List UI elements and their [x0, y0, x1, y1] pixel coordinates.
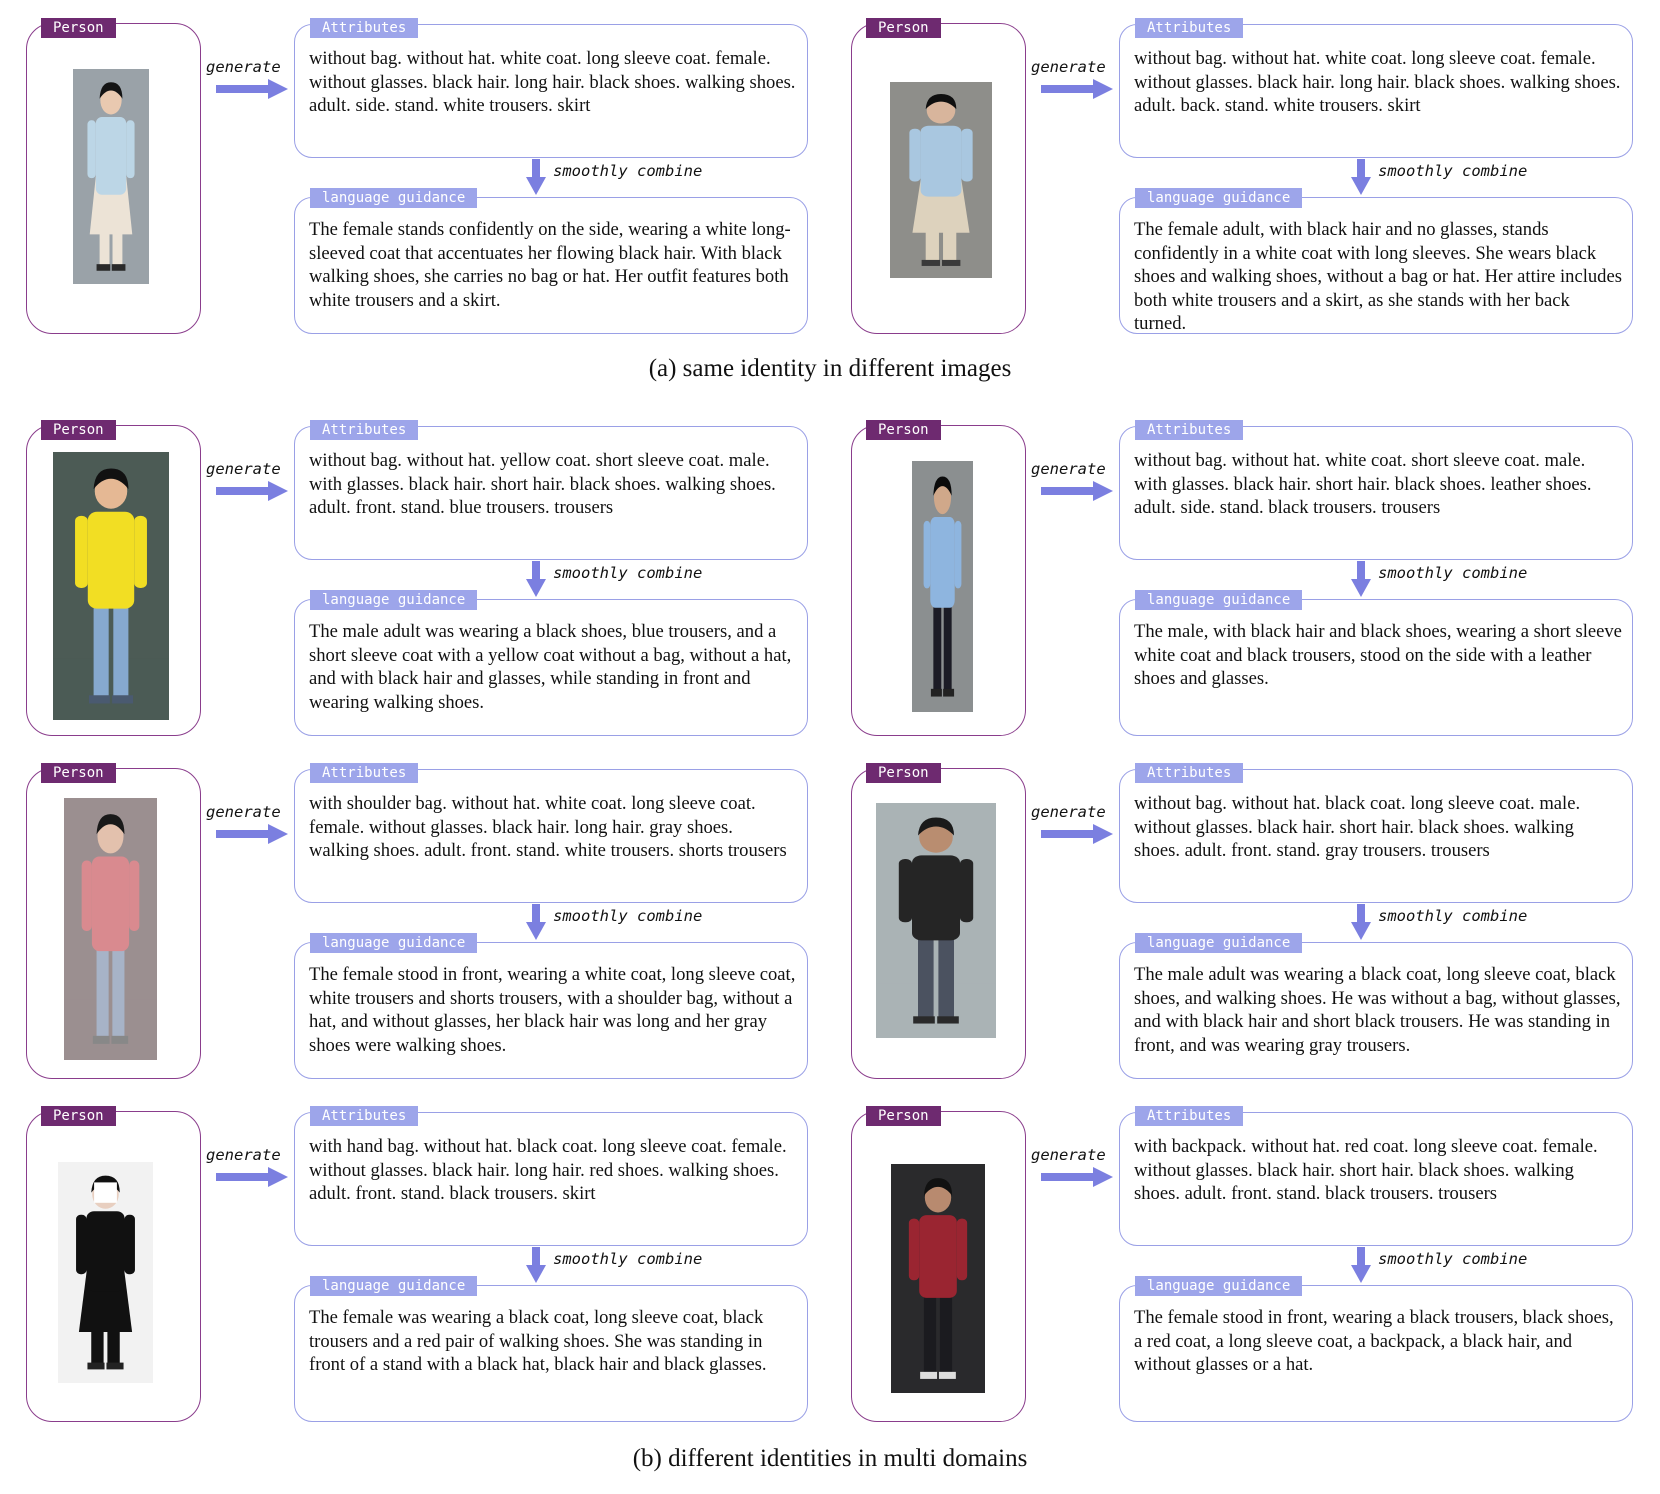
generate-label: generate — [206, 1146, 281, 1164]
combine-arrow-icon — [526, 904, 546, 940]
smoothly-combine-label: smoothly combine — [553, 564, 703, 582]
language-guidance-tag: language guidance — [310, 188, 478, 208]
attributes-box: with backpack. without hat. red coat. lo… — [1119, 1112, 1633, 1246]
smoothly-combine-label: smoothly combine — [553, 1250, 703, 1268]
attributes-tag: Attributes — [310, 420, 419, 440]
attributes-tag: Attributes — [310, 18, 419, 38]
smoothly-combine-label: smoothly combine — [1378, 564, 1528, 582]
generate-label: generate — [1031, 460, 1106, 478]
language-guidance-tag: language guidance — [310, 1276, 478, 1296]
generate-arrow-icon — [1041, 79, 1113, 99]
person-photo — [891, 1164, 985, 1393]
person-photo — [912, 461, 973, 712]
combine-arrow-icon — [526, 561, 546, 597]
combine-arrow-icon — [526, 1247, 546, 1283]
generate-arrow-icon — [1041, 481, 1113, 501]
combine-arrow-icon — [1351, 904, 1371, 940]
person-tag: Person — [866, 18, 941, 38]
generate-arrow-icon — [216, 824, 288, 844]
attributes-text: without bag. without hat. white coat. lo… — [1134, 48, 1621, 117]
generate-label: generate — [206, 58, 281, 76]
language-guidance-text: The male, with black hair and black shoe… — [1134, 621, 1622, 690]
language-guidance-tag: language guidance — [1135, 590, 1303, 610]
smoothly-combine-label: smoothly combine — [553, 907, 703, 925]
generate-arrow-icon — [216, 481, 288, 501]
caption-b: (b) different identities in multi domain… — [632, 1445, 1028, 1472]
caption-a: (a) same identity in different images — [648, 355, 1012, 382]
person-tag: Person — [866, 1106, 941, 1126]
generate-label: generate — [206, 460, 281, 478]
attributes-tag: Attributes — [1135, 763, 1244, 783]
language-guidance-text: The male adult was wearing a black shoes… — [309, 621, 792, 713]
generate-label: generate — [1031, 58, 1106, 76]
language-guidance-box: The male adult was wearing a black coat,… — [1119, 942, 1633, 1079]
attributes-text: without bag. without hat. white coat. lo… — [309, 48, 796, 117]
attributes-text: without bag. without hat. white coat. sh… — [1134, 450, 1592, 519]
attributes-text: with shoulder bag. without hat. white co… — [309, 793, 787, 862]
attributes-text: with backpack. without hat. red coat. lo… — [1134, 1136, 1598, 1205]
person-tag: Person — [866, 420, 941, 440]
person-tag: Person — [41, 18, 116, 38]
language-guidance-box: The female adult, with black hair and no… — [1119, 197, 1633, 334]
attributes-box: without bag. without hat. white coat. sh… — [1119, 426, 1633, 560]
attributes-tag: Attributes — [1135, 1106, 1244, 1126]
language-guidance-text: The female was wearing a black coat, lon… — [309, 1307, 767, 1376]
generate-arrow-icon — [216, 1167, 288, 1187]
attributes-tag: Attributes — [310, 1106, 419, 1126]
combine-arrow-icon — [1351, 561, 1371, 597]
attributes-text: without bag. without hat. yellow coat. s… — [309, 450, 776, 519]
attributes-text: with hand bag. without hat. black coat. … — [309, 1136, 787, 1205]
language-guidance-box: The female stands confidently on the sid… — [294, 197, 808, 334]
person-photo — [58, 1162, 153, 1383]
person-photo — [890, 82, 992, 278]
language-guidance-text: The female stood in front, wearing a bla… — [1134, 1307, 1614, 1376]
person-photo — [64, 798, 157, 1060]
person-tag: Person — [41, 1106, 116, 1126]
figure: Person generate without bag. without hat. … — [0, 0, 1660, 1494]
person-photo — [53, 452, 169, 720]
person-photo — [73, 69, 149, 284]
attributes-box: without bag. without hat. white coat. lo… — [1119, 24, 1633, 158]
attributes-box: without bag. without hat. white coat. lo… — [294, 24, 808, 158]
generate-label: generate — [206, 803, 281, 821]
smoothly-combine-label: smoothly combine — [553, 162, 703, 180]
generate-label: generate — [1031, 1146, 1106, 1164]
language-guidance-box: The male, with black hair and black shoe… — [1119, 599, 1633, 736]
language-guidance-tag: language guidance — [310, 933, 478, 953]
combine-arrow-icon — [1351, 159, 1371, 195]
attributes-tag: Attributes — [1135, 18, 1244, 38]
combine-arrow-icon — [1351, 1247, 1371, 1283]
language-guidance-box: The female stood in front, wearing a bla… — [1119, 1285, 1633, 1422]
language-guidance-box: The male adult was wearing a black shoes… — [294, 599, 808, 736]
language-guidance-text: The female stood in front, wearing a whi… — [309, 964, 796, 1056]
language-guidance-tag: language guidance — [310, 590, 478, 610]
language-guidance-box: The female stood in front, wearing a whi… — [294, 942, 808, 1079]
attributes-box: with hand bag. without hat. black coat. … — [294, 1112, 808, 1246]
generate-arrow-icon — [1041, 824, 1113, 844]
attributes-text: without bag. without hat. black coat. lo… — [1134, 793, 1581, 862]
attributes-tag: Attributes — [310, 763, 419, 783]
attributes-box: without bag. without hat. yellow coat. s… — [294, 426, 808, 560]
language-guidance-tag: language guidance — [1135, 188, 1303, 208]
language-guidance-text: The female stands confidently on the sid… — [309, 219, 791, 311]
person-tag: Person — [41, 763, 116, 783]
attributes-box: with shoulder bag. without hat. white co… — [294, 769, 808, 903]
language-guidance-box: The female was wearing a black coat, lon… — [294, 1285, 808, 1422]
language-guidance-text: The female adult, with black hair and no… — [1134, 219, 1622, 335]
language-guidance-text: The male adult was wearing a black coat,… — [1134, 964, 1621, 1056]
combine-arrow-icon — [526, 159, 546, 195]
language-guidance-tag: language guidance — [1135, 1276, 1303, 1296]
generate-arrow-icon — [1041, 1167, 1113, 1187]
generate-label: generate — [1031, 803, 1106, 821]
attributes-box: without bag. without hat. black coat. lo… — [1119, 769, 1633, 903]
smoothly-combine-label: smoothly combine — [1378, 907, 1528, 925]
attributes-tag: Attributes — [1135, 420, 1244, 440]
generate-arrow-icon — [216, 79, 288, 99]
person-tag: Person — [866, 763, 941, 783]
language-guidance-tag: language guidance — [1135, 933, 1303, 953]
person-photo — [876, 803, 996, 1038]
smoothly-combine-label: smoothly combine — [1378, 1250, 1528, 1268]
person-tag: Person — [41, 420, 116, 440]
smoothly-combine-label: smoothly combine — [1378, 162, 1528, 180]
